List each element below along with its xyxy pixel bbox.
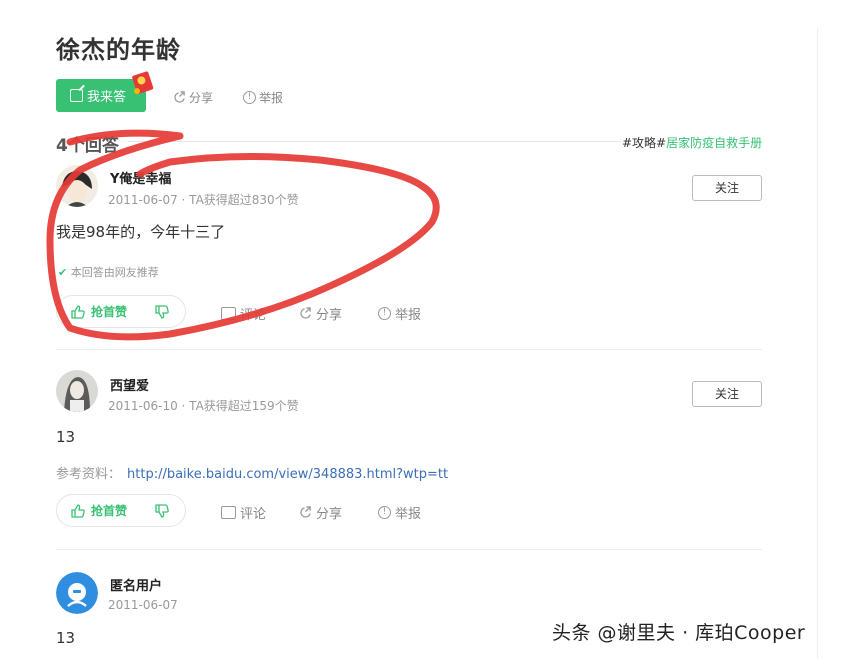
share-icon [300,506,311,518]
answer-page: 徐杰的年龄 我来答 分享 ! 举报 4个回答 #攻略#居家防疫自救手册 Y俺是幸… [0,0,848,659]
edit-icon [70,89,83,102]
answer-content: 13 [56,428,76,446]
answer-divider [56,549,762,550]
answer-divider [56,349,762,350]
answer-content: 我是98年的，今年十三了 [56,223,226,241]
follow-button[interactable]: 关注 [692,381,762,407]
follow-button[interactable]: 关注 [692,175,762,201]
answer-meta: 2011-06-10 · TA获得超过159个赞 [108,399,299,413]
tag-link-text: 居家防疫自救手册 [666,136,763,150]
share-label: 分享 [316,308,343,323]
vote-box[interactable]: 抢首赞 [56,295,186,328]
report-icon: ! [378,307,391,320]
anonymous-avatar [56,572,98,614]
recommend-note: ✔ 本回答由网友推荐 [58,266,159,279]
question-report-button[interactable]: ! 举报 [243,89,283,106]
answer-button-label: 我来答 [87,90,127,105]
comment-button[interactable]: 评论 [221,304,266,323]
report-label: 举报 [395,308,422,323]
comment-icon [221,506,236,519]
share-icon [174,91,185,103]
vote-label: 抢首赞 [91,504,128,518]
avatar[interactable] [56,370,98,412]
comment-label: 评论 [240,507,267,522]
tag-prefix: #攻略# [622,136,667,150]
right-border [817,28,818,659]
thumb-down-icon[interactable] [155,504,169,518]
comment-button[interactable]: 评论 [221,503,266,522]
report-label: 举报 [395,507,422,522]
share-label: 分享 [316,507,343,522]
question-title: 徐杰的年龄 [56,36,181,64]
answer-username[interactable]: Y俺是幸福 [110,168,171,187]
answer-username[interactable]: 西望爱 [110,375,149,394]
answer-meta: 2011-06-07 · TA获得超过830个赞 [108,193,299,207]
comment-icon [221,307,236,320]
report-icon: ! [378,506,391,519]
thumb-down-icon[interactable] [155,305,169,319]
question-share-button[interactable]: 分享 [173,89,213,106]
thumb-up-icon [71,304,85,319]
reference-label: 参考资料： [56,467,122,482]
watermark: 头条 @谢里夫 · 库珀Cooper [552,622,806,644]
share-button[interactable]: 分享 [299,304,342,323]
red-packet-icon [132,71,154,94]
reference-link[interactable]: http://baike.baidu.com/view/348883.html?… [127,467,448,482]
header-rule [128,141,620,142]
report-icon: ! [243,91,256,104]
share-label: 分享 [189,91,214,105]
answer-content: 13 [56,629,76,647]
answer-meta: 2011-06-07 [108,598,178,612]
vote-label: 抢首赞 [91,305,128,319]
answer-username: 匿名用户 [110,579,163,594]
avatar[interactable] [56,165,98,207]
share-button[interactable]: 分享 [299,503,342,522]
topic-tag-link[interactable]: #攻略#居家防疫自救手册 [622,134,762,151]
share-icon [300,307,311,319]
reference: 参考资料： http://baike.baidu.com/view/348883.… [56,463,448,482]
recommend-note-text: 本回答由网友推荐 [70,266,159,279]
vote-box[interactable]: 抢首赞 [56,494,186,527]
report-label: 举报 [259,91,284,105]
report-button[interactable]: ! 举报 [378,503,421,522]
report-button[interactable]: ! 举报 [378,304,421,323]
comment-label: 评论 [240,308,267,323]
thumb-up-icon [71,503,85,518]
answer-count: 4个回答 [56,136,119,156]
